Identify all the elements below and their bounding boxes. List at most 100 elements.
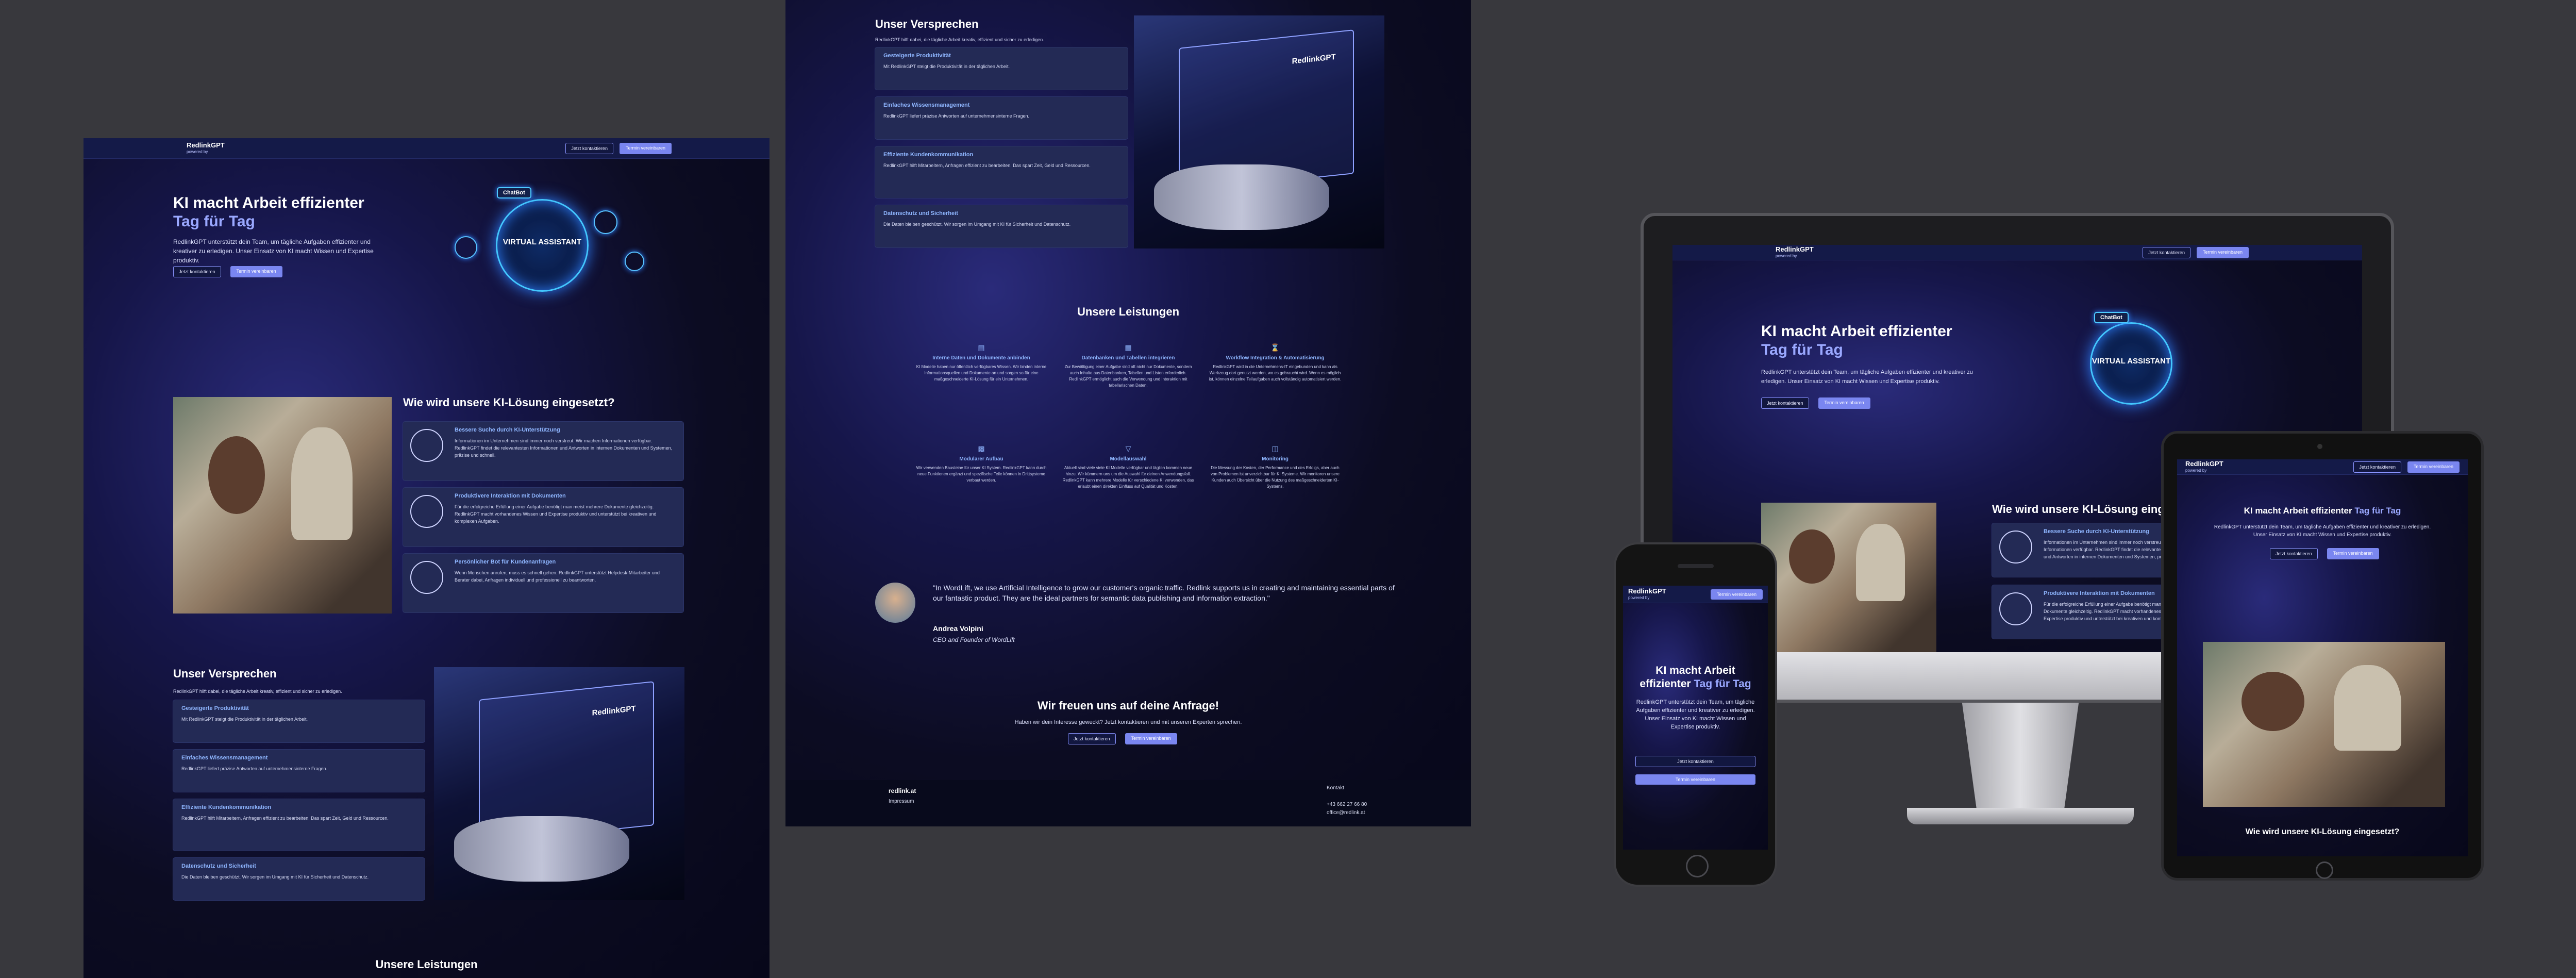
promise-title: Unser Versprechen — [875, 18, 979, 30]
service-item: ▽ Modellauswahl Aktuell sind viele viele K… — [1061, 444, 1195, 490]
brand-powered: powered by — [187, 149, 208, 154]
services-title: Unsere Leistungen — [1077, 305, 1180, 318]
promise-card: Effiziente Kundenkommunikation RedlinkGPT… — [173, 799, 425, 851]
tablet-mockup: RedlinkGPT powered by Jetzt kontaktieren T… — [2161, 431, 2484, 881]
service-item: ▤ Interne Daten und Dokumente anbinden KI … — [914, 343, 1048, 383]
hero-title: KI macht Arbeit effizienter Tag für Tag — [173, 194, 364, 231]
document-icon — [410, 495, 443, 528]
nav-contact-button[interactable]: Jetzt kontaktieren — [2353, 461, 2401, 473]
tablet-screen: RedlinkGPT powered by Jetzt kontaktieren T… — [2177, 459, 2468, 856]
hero-title: KI macht Arbeit effizienter Tag für Tag — [1761, 322, 1952, 359]
service-title: Datenbanken und Tabellen integrieren — [1081, 355, 1175, 361]
document-icon — [1999, 592, 2032, 625]
promise-card: Einfaches Wissensmanagement RedlinkGPT li… — [173, 750, 425, 792]
usage-card-title: Persönlicher Bot für Kundenanfragen — [455, 559, 556, 565]
hero-title-accent: Tag für Tag — [1761, 341, 1843, 358]
service-text: KI Modelle haben nur öffentlich verfügba… — [916, 364, 1047, 382]
usage-card-text: Informationen im Unternehmen sind immer … — [455, 438, 673, 458]
promise-card-title: Datenschutz und Sicherheit — [883, 210, 958, 217]
hero-title-accent: Tag für Tag — [2354, 506, 2401, 516]
cta-title: Wir freuen uns auf deine Anfrage! — [1037, 699, 1219, 712]
promise-card-title: Gesteigerte Produktivität — [181, 705, 249, 711]
usage-card-text: Für die erfolgreiche Erfüllung einer Auf… — [455, 504, 657, 524]
brand-powered: powered by — [1776, 253, 1797, 258]
hero-book-button[interactable]: Termin vereinbaren — [1635, 774, 1755, 785]
promise-card-text: RedlinkGPT liefert präzise Antworten auf… — [883, 113, 1029, 119]
promise-card: Gesteigerte Produktivität Mit RedlinkGPT … — [875, 47, 1128, 90]
camera-dot — [2317, 444, 2322, 449]
testimonial-name: Andrea Volpini — [933, 624, 983, 633]
search-icon — [410, 429, 443, 462]
cta-contact-button[interactable]: Jetzt kontaktieren — [1068, 733, 1116, 744]
nav-contact-button[interactable]: Jetzt kontaktieren — [565, 142, 613, 154]
laptop-screen-brand: RedlinkGPT — [1292, 52, 1336, 66]
hero-title-accent: Tag für Tag — [1694, 678, 1751, 690]
brand-logo[interactable]: RedlinkGPT powered by — [1628, 588, 1666, 601]
footer: redlink.at Impressum Kontakt +43 662 27 … — [785, 780, 1471, 826]
usage-card: Persönlicher Bot für Kundenanfragen Wenn … — [403, 554, 683, 612]
brand-logo[interactable]: RedlinkGPT powered by — [2185, 460, 2223, 474]
phone-screen: RedlinkGPT powered by Termin vereinbaren … — [1623, 586, 1768, 850]
brand-powered: powered by — [1628, 595, 1650, 600]
services-title: Unsere Leistungen — [375, 958, 478, 971]
monitor-base — [1907, 808, 2134, 824]
imprint-link[interactable]: Impressum — [889, 799, 914, 804]
hero-title-line: KI macht Arbeit effizienter — [2244, 506, 2352, 516]
chatbot-badge: ChatBot — [497, 187, 531, 198]
promise-card-text: Mit RedlinkGPT steigt die Produktivität … — [181, 717, 308, 722]
promise-card-text: RedlinkGPT hilft Mitarbeitern, Anfragen … — [883, 163, 1091, 168]
usage-card: Bessere Suche durch KI-Unterstützung Info… — [403, 422, 683, 480]
top-navigation: RedlinkGPT powered by Jetzt kontaktieren … — [83, 138, 770, 159]
promise-subtitle: RedlinkGPT hilft dabei, die tägliche Arb… — [875, 37, 1044, 42]
hero-book-button[interactable]: Termin vereinbaren — [1818, 397, 1870, 409]
usage-card-title: Bessere Suche durch KI-Unterstützung — [455, 427, 560, 433]
brand-name: RedlinkGPT — [2185, 459, 2223, 468]
hero-book-button[interactable]: Termin vereinbaren — [230, 266, 282, 277]
laptop-screen-brand: RedlinkGPT — [592, 704, 637, 718]
promise-card-title: Einfaches Wissensmanagement — [181, 755, 268, 761]
service-text: Zur Bewältigung einer Aufgabe sind oft n… — [1064, 364, 1192, 388]
promise-card: Einfaches Wissensmanagement RedlinkGPT li… — [875, 97, 1128, 139]
footer-phone[interactable]: +43 662 27 66 80 — [1327, 802, 1367, 807]
brand-name: RedlinkGPT — [1776, 245, 1814, 253]
virtual-assistant-graphic: VIRTUAL ASSISTANT — [496, 199, 589, 292]
workflow-icon: ⌛ — [1270, 343, 1280, 352]
service-title: Modularer Aufbau — [959, 456, 1003, 462]
service-title: Interne Daten und Dokumente anbinden — [932, 355, 1030, 361]
hero-text: RedlinkGPT unterstützt dein Team, um täg… — [2214, 524, 2431, 538]
nav-book-button[interactable]: Termin vereinbaren — [619, 142, 672, 154]
brand-name: RedlinkGPT — [187, 141, 225, 149]
hero-contact-button[interactable]: Jetzt kontaktieren — [173, 266, 221, 277]
hero-contact-button[interactable]: Jetzt kontaktieren — [2270, 548, 2318, 559]
cta-book-button[interactable]: Termin vereinbaren — [1125, 733, 1177, 744]
usage-title: Wie wird unsere KI-Lösung eingesetzt? — [2245, 827, 2400, 836]
brand-powered: powered by — [2185, 468, 2207, 473]
footer-site-link[interactable]: redlink.at — [889, 787, 916, 794]
nav-book-button[interactable]: Termin vereinbaren — [1710, 589, 1763, 600]
home-button — [2316, 861, 2333, 879]
nav-contact-button[interactable]: Jetzt kontaktieren — [2143, 246, 2190, 258]
brand-logo[interactable]: RedlinkGPT powered by — [187, 142, 225, 155]
avatar — [875, 583, 915, 623]
footer-email[interactable]: office@redlink.at — [1327, 810, 1365, 816]
brand-logo[interactable]: RedlinkGPT powered by — [1776, 246, 1814, 259]
laptop-ai-image: RedlinkGPT — [1134, 15, 1384, 248]
chatbot-badge: ChatBot — [2094, 312, 2129, 323]
desktop-page-preview: RedlinkGPT powered by Jetzt kontaktieren … — [83, 138, 770, 978]
hero-contact-button[interactable]: Jetzt kontaktieren — [1635, 756, 1755, 767]
promise-card-text: Die Daten bleiben geschützt. Wir sorgen … — [181, 874, 369, 880]
phone-nav: RedlinkGPT powered by Termin vereinbaren — [1623, 586, 1768, 603]
hero-book-button[interactable]: Termin vereinbaren — [2327, 548, 2379, 559]
hero-title-line: KI macht Arbeit effizienter — [1761, 323, 1952, 340]
brand-name: RedlinkGPT — [1628, 587, 1666, 595]
service-item: ▩ Modularer Aufbau Wir verwenden Bausteine… — [914, 444, 1048, 484]
hero-title: KI macht Arbeit effizienter Tag für Tag — [1623, 664, 1768, 691]
usage-card-title: Produktivere Interaktion mit Dokumenten — [455, 493, 566, 499]
testimonial-role: CEO and Founder of WordLift — [933, 636, 1015, 643]
nav-book-button[interactable]: Termin vereinbaren — [2407, 461, 2460, 473]
phone-mockup: RedlinkGPT powered by Termin vereinbaren … — [1614, 542, 1777, 887]
promise-card: Gesteigerte Produktivität Mit RedlinkGPT … — [173, 700, 425, 742]
nav-book-button[interactable]: Termin vereinbaren — [2196, 246, 2249, 258]
hero-contact-button[interactable]: Jetzt kontaktieren — [1761, 397, 1809, 409]
service-item: ▦ Datenbanken und Tabellen integrieren Zur… — [1061, 343, 1195, 389]
